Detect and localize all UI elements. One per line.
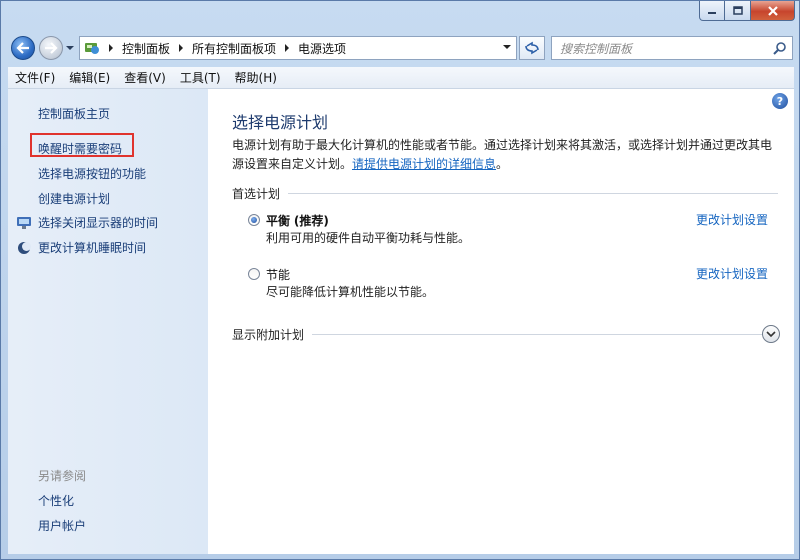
client-area: 控制面板主页 唤醒时需要密码 选择电源按钮的功能 创建电源计划 选择关闭显示器的… [8,89,794,554]
chevron-right-icon[interactable] [280,44,294,52]
refresh-icon [525,41,539,55]
plan-option[interactable]: 平衡 (推荐) [248,211,768,229]
plan-option[interactable]: 节能 [248,265,768,283]
preferred-plans-section: 首选计划 [232,184,778,202]
search-input[interactable]: 搜索控制面板 [552,40,768,57]
radio-selected[interactable] [248,214,260,226]
plan-description: 利用可用的硬件自动平衡功耗与性能。 [266,231,471,245]
page-title: 选择电源计划 [232,113,329,132]
additional-plans-section: 显示附加计划 [232,325,778,343]
change-plan-settings-link[interactable]: 更改计划设置 [696,211,768,228]
recent-pages-dropdown-icon[interactable] [65,44,75,52]
chevron-right-icon[interactable] [104,44,118,52]
search-icon[interactable] [768,41,792,55]
menu-file[interactable]: 文件(F) [8,69,62,86]
sidebar-require-password[interactable]: 唤醒时需要密码 [38,140,122,157]
forward-button[interactable] [39,36,63,60]
monitor-icon [17,216,31,229]
change-plan-settings-link[interactable]: 更改计划设置 [696,265,768,282]
sidebar-item-label: 更改计算机睡眠时间 [38,241,147,255]
explorer-window: 控制面板 所有控制面板项 电源选项 搜索控制面板 文件(F) 编辑(E) 查看(… [0,0,800,560]
sidebar-user-accounts[interactable]: 用户帐户 [38,517,86,534]
back-button[interactable] [11,36,35,60]
see-also-heading: 另请参阅 [38,469,87,483]
section-label: 首选计划 [232,184,289,202]
close-button[interactable] [751,1,795,21]
control-panel-icon [80,37,104,59]
breadcrumb: 控制面板 所有控制面板项 电源选项 [104,37,350,59]
plan-name: 节能 [266,267,291,282]
plan-details-link[interactable]: 请提供电源计划的详细信息 [352,157,496,171]
breadcrumb-power-options[interactable]: 电源选项 [294,40,350,57]
search-box[interactable]: 搜索控制面板 [551,36,793,60]
sidebar-display-off[interactable]: 选择关闭显示器的时间 [16,214,158,231]
menu-tools[interactable]: 工具(T) [173,69,228,86]
plan-balanced: 平衡 (推荐) 利用可用的硬件自动平衡功耗与性能。 更改计划设置 [248,211,768,247]
address-bar[interactable]: 控制面板 所有控制面板项 电源选项 [79,36,517,60]
sidebar-personalization[interactable]: 个性化 [38,492,74,509]
address-dropdown-icon[interactable] [502,43,512,51]
plan-suffix: (推荐) [293,213,329,228]
arrow-right-icon [45,42,58,54]
minimize-icon [708,11,716,14]
chevron-right-icon[interactable] [174,44,188,52]
navigation-row: 控制面板 所有控制面板项 电源选项 搜索控制面板 [1,31,800,65]
menu-view[interactable]: 查看(V) [117,69,173,86]
page-description: 电源计划有助于最大化计算机的性能或者节能。通过选择计划来将其激活，或选择计划并通… [232,138,773,171]
sidebar-item-label: 选择关闭显示器的时间 [38,216,159,230]
breadcrumb-control-panel[interactable]: 控制面板 [118,40,174,57]
caption-buttons [699,1,795,21]
maximize-button[interactable] [725,1,751,21]
sidebar-sleep-time[interactable]: 更改计算机睡眠时间 [16,239,146,256]
menu-edit[interactable]: 编辑(E) [62,69,117,86]
radio-unselected[interactable] [248,268,260,280]
arrow-left-icon [16,42,29,54]
refresh-button[interactable] [519,36,545,60]
sidebar-control-panel-home[interactable]: 控制面板主页 [38,105,110,122]
main-pane: ? 选择电源计划 电源计划有助于最大化计算机的性能或者节能。通过选择计划来将其激… [208,89,794,554]
menu-bar: 文件(F) 编辑(E) 查看(V) 工具(T) 帮助(H) [8,67,794,89]
sidebar-create-plan[interactable]: 创建电源计划 [38,190,110,207]
minimize-button[interactable] [699,1,725,21]
task-pane: 控制面板主页 唤醒时需要密码 选择电源按钮的功能 创建电源计划 选择关闭显示器的… [8,89,208,554]
plan-description: 尽可能降低计算机性能以节能。 [266,285,435,299]
chevron-down-icon [766,331,776,338]
moon-icon [18,241,31,254]
divider [288,192,778,194]
title-bar [1,1,800,31]
maximize-icon [732,6,743,15]
divider [312,333,778,335]
close-icon [767,5,778,16]
show-additional-plans[interactable]: 显示附加计划 [232,325,313,343]
help-icon[interactable]: ? [772,93,788,109]
breadcrumb-all-items[interactable]: 所有控制面板项 [188,40,280,57]
expand-button[interactable] [762,325,780,343]
plan-name: 平衡 [266,213,291,228]
menu-help[interactable]: 帮助(H) [228,69,284,86]
plan-power-saver: 节能 尽可能降低计算机性能以节能。 更改计划设置 [248,265,768,301]
sidebar-power-buttons[interactable]: 选择电源按钮的功能 [38,165,146,182]
